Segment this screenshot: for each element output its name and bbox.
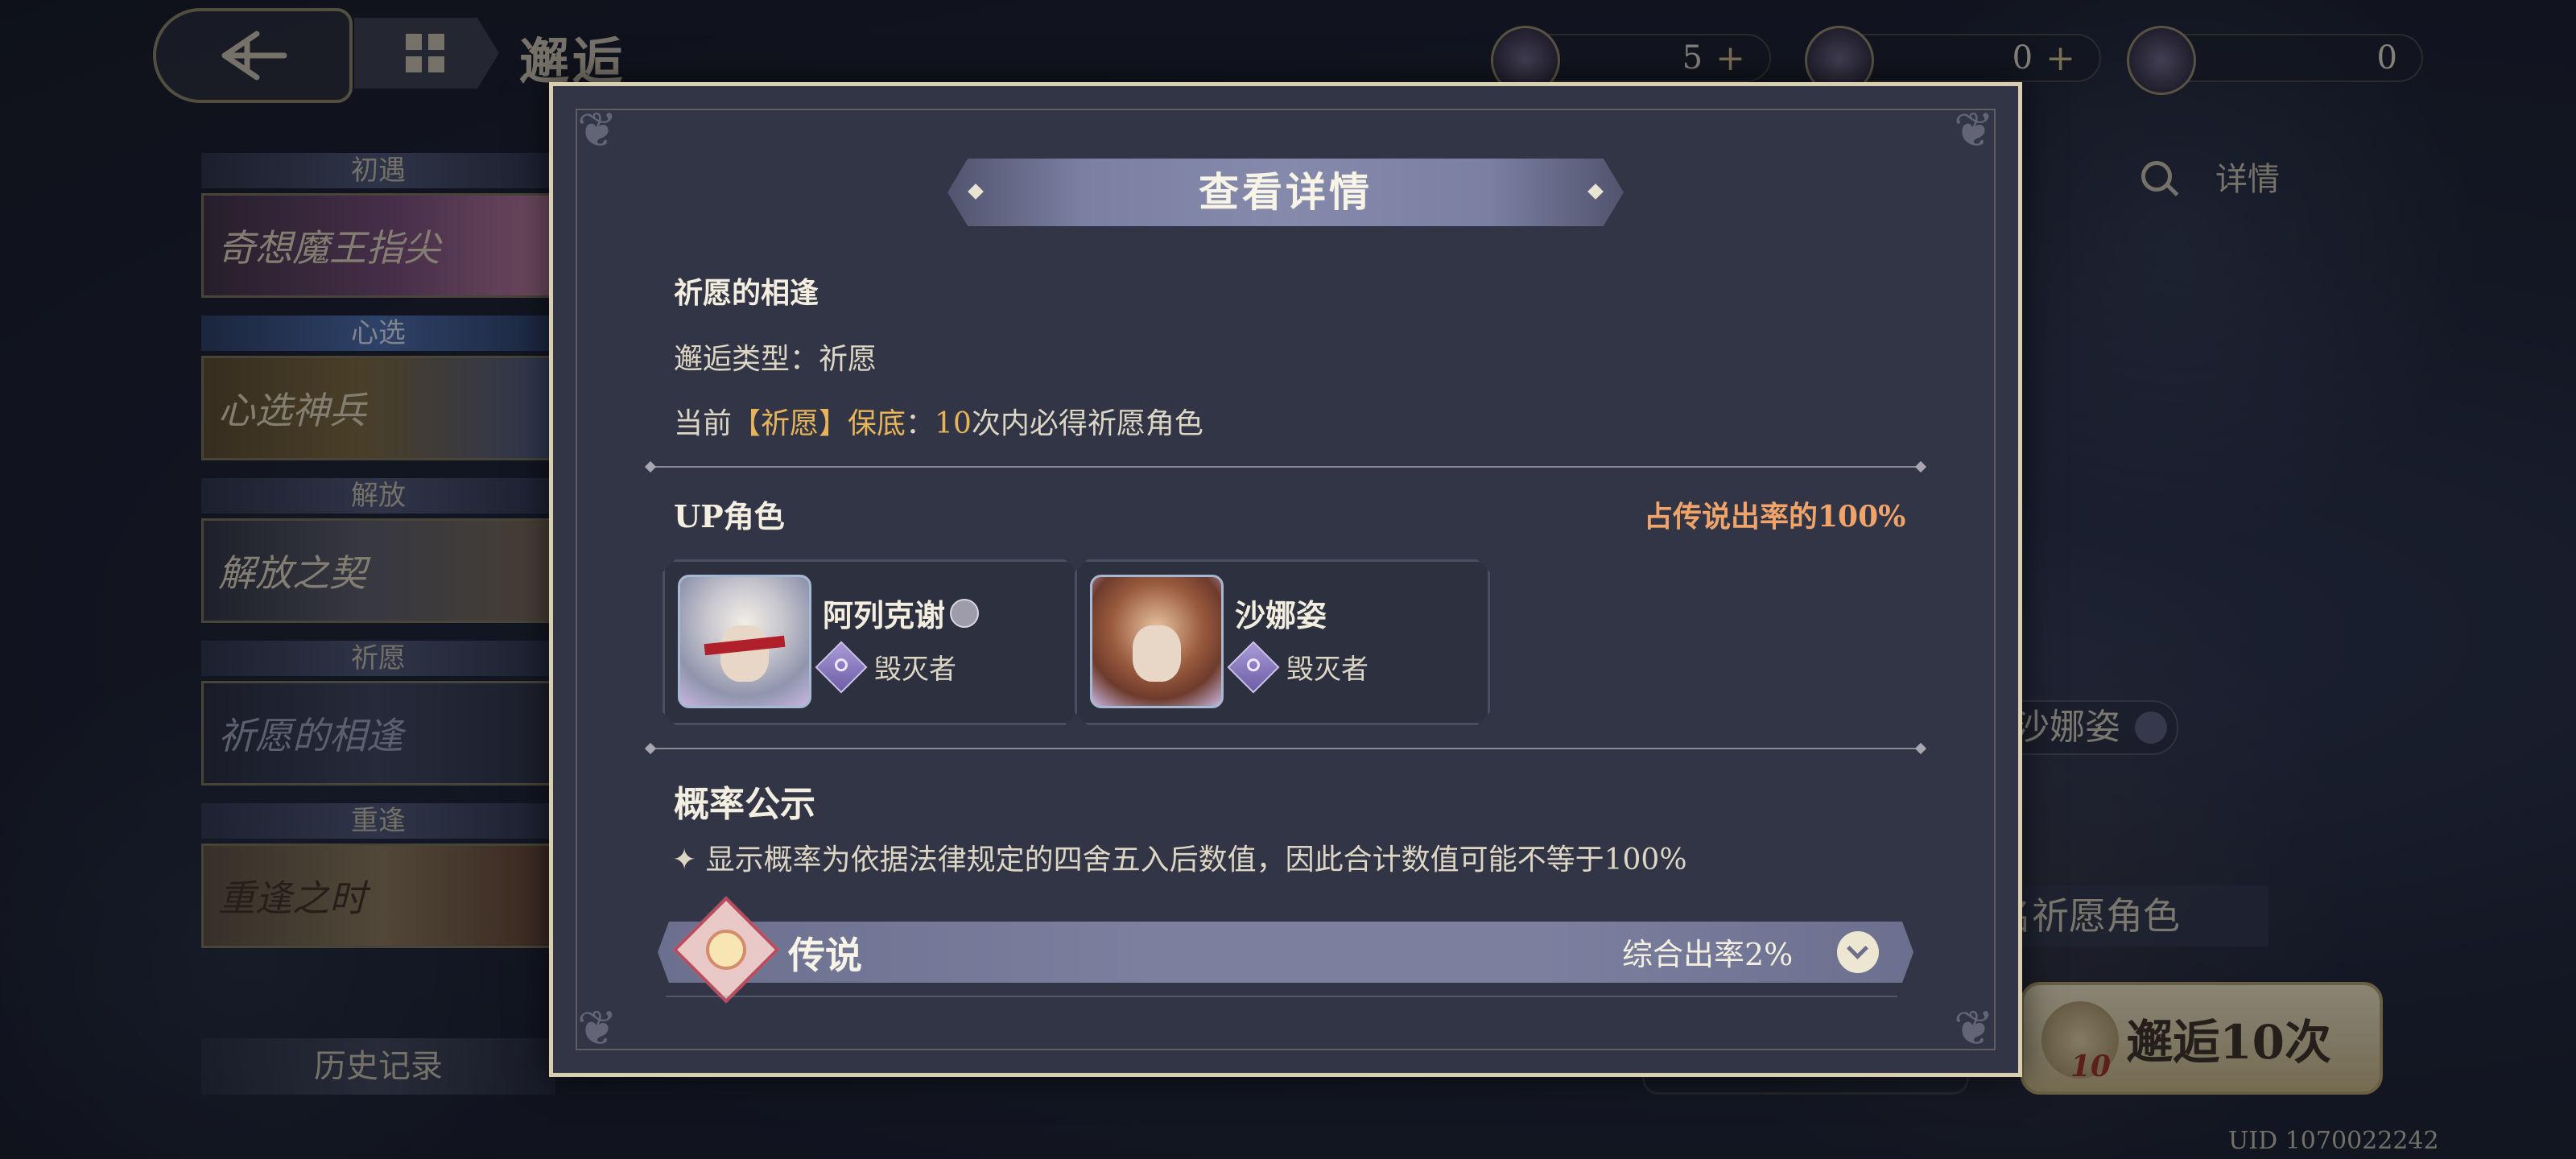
diamond-icon [1587,184,1604,200]
guarantee-line: 当前【祈愿】保底：10次内必得祈愿角色 [674,400,1203,442]
banner-type-line: 邂逅类型：祈愿 [674,343,877,376]
modal-title: 查看详情 [947,159,1624,226]
guarantee-colon: ： [906,407,935,440]
element-badge-icon [950,599,979,628]
character-name: 沙娜姿 [1235,597,1327,633]
modal-title-text: 查看详情 [1199,168,1373,216]
up-character-card[interactable]: 阿列克谢 毁灭者 [663,559,1078,725]
character-role: 毁灭者 [823,647,956,687]
up-section-title: UP角色 [674,498,785,534]
corner-ornament-icon: ❦ [576,102,618,159]
corner-ornament-icon: ❦ [576,1000,618,1057]
tier-name: 传说 [788,934,862,977]
role-label: 毁灭者 [1286,654,1368,686]
up-rate-label: 占传说出率的100% [1644,500,1906,534]
destroyer-class-icon [1227,641,1279,693]
tier-list-next-row [666,996,1897,1002]
character-role: 毁灭者 [1235,647,1368,687]
character-name: 阿列克谢 [823,597,946,633]
section-divider [644,742,1927,755]
probability-section-title: 概率公示 [674,784,815,825]
guarantee-count: 10 [935,407,972,440]
guarantee-suffix: 次内必得祈愿角色 [971,407,1203,440]
probability-note: ✦ 显示概率为依据法律规定的四舍五入后数值，因此合计数值可能不等于100% [672,843,1687,876]
character-portrait [1090,575,1224,708]
character-name-row: 沙娜姿 [1235,591,1327,635]
section-divider [644,460,1927,473]
role-label: 毁灭者 [874,654,956,686]
legendary-lotus-icon [672,896,780,1004]
banner-name: 祈愿的相逢 [674,276,819,310]
tier-rate: 综合出率2% [1622,937,1794,972]
character-name-row: 阿列克谢 [823,591,979,635]
guarantee-tag: 【祈愿】保底 [732,407,906,440]
up-character-card[interactable]: 沙娜姿 毁灭者 [1075,559,1490,725]
guarantee-prefix: 当前 [674,407,733,440]
diamond-icon [968,184,984,200]
corner-ornament-icon: ❦ [1953,1000,1995,1057]
corner-ornament-icon: ❦ [1953,102,1995,159]
destroyer-class-icon [815,641,867,693]
details-modal: ❦ ❦ ❦ ❦ 查看详情 祈愿的相逢 邂逅类型：祈愿 当前【祈愿】保底：10次内… [549,82,2022,1077]
character-portrait [678,575,811,708]
chevron-down-icon[interactable] [1837,931,1879,973]
